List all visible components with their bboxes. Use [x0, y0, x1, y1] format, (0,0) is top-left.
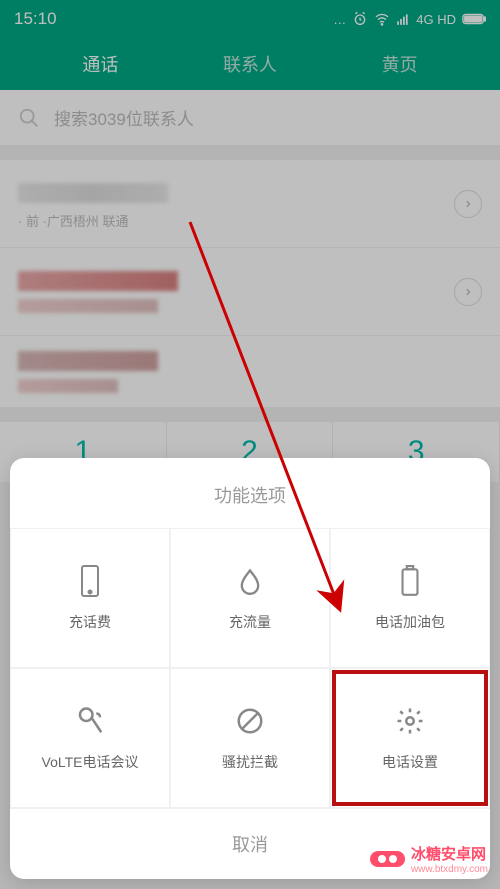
option-phone-pack[interactable]: 电话加油包 [330, 528, 490, 668]
option-label: 充话费 [69, 612, 111, 632]
options-sheet: 功能选项 充话费 充流量 电话加油包 VoLTE电话会议 骚扰拦截 电话设置 取… [10, 458, 490, 879]
option-volte-conf[interactable]: VoLTE电话会议 [10, 668, 170, 808]
option-phone-settings[interactable]: 电话设置 [330, 668, 490, 808]
mic-icon [75, 706, 105, 736]
ban-icon [235, 706, 265, 736]
battery-pack-icon [397, 565, 423, 597]
option-label: 充流量 [229, 612, 271, 632]
option-block[interactable]: 骚扰拦截 [170, 668, 330, 808]
watermark-name: 冰糖安卓网 [411, 843, 488, 864]
gear-icon [395, 706, 425, 736]
option-label: VoLTE电话会议 [42, 752, 139, 772]
watermark: 冰糖安卓网 www.btxdmy.com [370, 843, 488, 875]
watermark-logo [370, 851, 405, 867]
phone-rect-icon [77, 564, 103, 598]
option-topup-data[interactable]: 充流量 [170, 528, 330, 668]
sheet-title: 功能选项 [10, 458, 490, 528]
watermark-url: www.btxdmy.com [411, 864, 488, 875]
option-label: 电话加油包 [375, 612, 445, 632]
option-topup-phone[interactable]: 充话费 [10, 528, 170, 668]
option-label: 电话设置 [382, 752, 438, 772]
option-label: 骚扰拦截 [222, 752, 278, 772]
drop-icon [236, 566, 264, 596]
